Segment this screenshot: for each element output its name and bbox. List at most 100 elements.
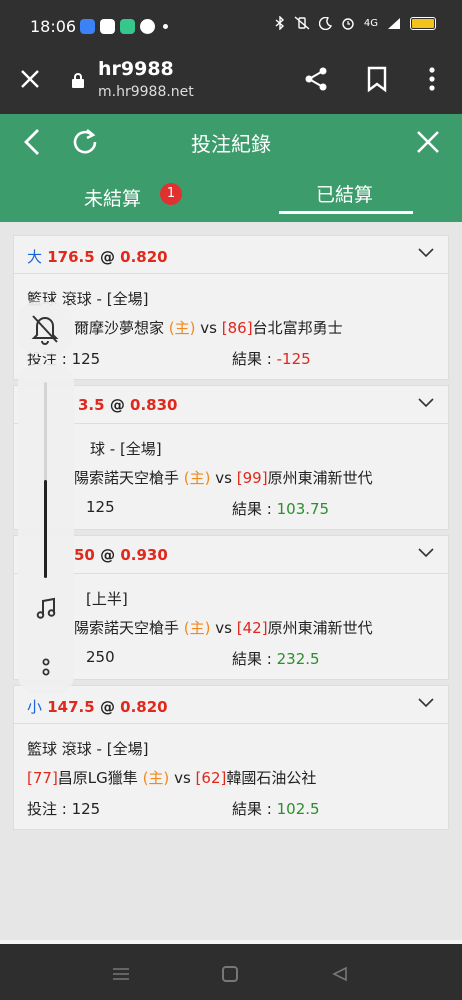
mute-bell-icon <box>31 315 59 345</box>
home-team: 陽索諾天空槍手 <box>74 619 180 637</box>
home-tag: (主) <box>168 319 196 337</box>
result: 結果 : 102.5 <box>232 798 320 819</box>
bet-card-header[interactable]: 大 176.5 @ 0.820 <box>14 236 448 274</box>
away-team: 原州東浦新世代 <box>267 469 373 487</box>
bet-odds: 0.830 <box>130 396 178 414</box>
result-value: 103.75 <box>276 500 330 518</box>
matchup: 爾摩沙夢想家 (主) vs [86]台北富邦勇士 <box>74 317 343 338</box>
message-icon <box>120 19 135 34</box>
stake: 250 <box>86 648 115 666</box>
tab-bar: 未結算 1 已結算 <box>0 170 462 222</box>
result: 結果 : -125 <box>232 348 311 369</box>
matchup: 陽索諾天空槍手 (主) vs [42]原州東浦新世代 <box>74 617 373 638</box>
home-team: 爾摩沙夢想家 <box>74 319 165 337</box>
bet-summary: 50 @ 0.930 <box>74 546 168 564</box>
volume-panel <box>18 364 74 694</box>
result-label: 結果 : <box>232 500 272 518</box>
away-team-id: [42] <box>236 619 268 637</box>
browser-page-title[interactable]: hr9988 <box>98 58 174 80</box>
lock-icon <box>72 73 84 88</box>
close-icon[interactable] <box>412 126 444 158</box>
system-navigation-bar <box>0 940 462 1000</box>
home-team: 陽索諾天空槍手 <box>74 469 180 487</box>
vs-label: vs <box>215 469 232 487</box>
battery-icon <box>410 16 436 30</box>
at-sign: @ <box>100 546 116 564</box>
chevron-down-icon[interactable] <box>418 698 434 708</box>
bet-record-card: 50 @ 0.930 [上半] 陽索諾天空槍手 (主) vs [42]原州東浦新… <box>13 535 449 680</box>
stake: 投注 : 125 <box>27 800 101 818</box>
more-notifications-dot <box>163 24 168 29</box>
dnd-moon-icon <box>318 16 332 30</box>
more-dots-icon[interactable] <box>38 658 54 682</box>
bet-card-header[interactable]: 50 @ 0.930 <box>14 536 448 574</box>
chevron-down-icon[interactable] <box>418 548 434 558</box>
bet-summary: 小 147.5 @ 0.820 <box>27 696 168 717</box>
chevron-down-icon[interactable] <box>418 398 434 408</box>
away-team-id: [86] <box>221 319 253 337</box>
more-options-icon[interactable] <box>422 65 442 93</box>
notification-icons <box>80 19 168 34</box>
result-label: 結果 : <box>232 350 272 368</box>
download-icon <box>80 19 95 34</box>
home-tag: (主) <box>183 469 211 487</box>
unsettled-count-badge: 1 <box>160 183 182 205</box>
tab-settled[interactable]: 已結算 <box>316 180 373 207</box>
bet-card-header[interactable]: 小 147.5 @ 0.820 <box>14 686 448 724</box>
stake: 125 <box>86 498 115 516</box>
result-value: -125 <box>276 350 311 368</box>
bet-odds: 0.820 <box>120 248 168 266</box>
result-value: 232.5 <box>276 650 320 668</box>
facebook-icon <box>140 19 155 34</box>
away-team: 台北富邦勇士 <box>252 319 343 337</box>
at-sign: @ <box>99 698 115 716</box>
away-team-id: [62] <box>195 769 227 787</box>
recent-apps-icon[interactable] <box>113 968 129 980</box>
close-tab-icon[interactable] <box>19 68 41 90</box>
at-sign: @ <box>109 396 125 414</box>
back-triangle-icon[interactable] <box>332 966 348 982</box>
alarm-icon <box>342 18 354 30</box>
bet-card-body: 籃球 滾球 - [全場] 爾摩沙夢想家 (主) vs [86]台北富邦勇士 投注… <box>14 274 448 379</box>
result: 結果 : 232.5 <box>232 648 320 669</box>
bet-summary: 大 176.5 @ 0.820 <box>27 246 168 267</box>
home-team-id: [77] <box>27 769 58 787</box>
browser-url[interactable]: m.hr9988.net <box>98 84 194 100</box>
tab-unsettled[interactable]: 未結算 <box>84 184 141 211</box>
browser-toolbar: hr9988 m.hr9988.net <box>0 56 462 114</box>
sport-market: 籃球 滾球 - [全場] <box>27 740 149 758</box>
home-team: 昌原LG獵隼 <box>57 769 138 787</box>
mute-toggle[interactable] <box>18 302 72 354</box>
bet-line: 50 <box>74 546 95 564</box>
app-header: 投注紀錄 <box>0 114 462 170</box>
bet-odds: 0.930 <box>120 546 168 564</box>
chat-icon <box>100 19 115 34</box>
chevron-down-icon[interactable] <box>418 248 434 258</box>
bet-summary: 3.5 @ 0.830 <box>78 396 178 414</box>
page-title: 投注紀錄 <box>191 132 271 156</box>
status-bar: 18:06 4G <box>0 0 462 56</box>
home-tag: (主) <box>142 769 170 787</box>
sport-market: [上半] <box>86 590 128 608</box>
active-tab-indicator <box>279 211 413 214</box>
home-button-icon[interactable] <box>222 966 238 982</box>
bet-record-card: 大 176.5 @ 0.820 籃球 滾球 - [全場] 爾摩沙夢想家 (主) … <box>13 235 449 380</box>
bookmark-icon[interactable] <box>365 65 389 93</box>
bet-card-header[interactable]: 3.5 @ 0.830 <box>14 386 448 424</box>
bet-card-body: 球 - [全場] 陽索諾天空槍手 (主) vs [99]原州東浦新世代 125 … <box>14 424 448 529</box>
system-status-icons: 4G <box>275 16 436 30</box>
vs-label: vs <box>200 319 217 337</box>
network-label: 4G <box>363 17 378 29</box>
status-time: 18:06 <box>30 17 77 36</box>
vibrate-icon <box>294 16 310 30</box>
result-label: 結果 : <box>232 650 272 668</box>
bet-line: 176.5 <box>47 248 95 266</box>
bet-card-body: 籃球 滾球 - [全場] [77]昌原LG獵隼 (主) vs [62]韓國石油公… <box>14 724 448 829</box>
vs-label: vs <box>174 769 191 787</box>
share-icon[interactable] <box>302 65 330 93</box>
result: 結果 : 103.75 <box>232 498 329 519</box>
home-tag: (主) <box>183 619 211 637</box>
matchup: [77]昌原LG獵隼 (主) vs [62]韓國石油公社 <box>27 767 316 788</box>
music-note-icon[interactable] <box>34 596 58 620</box>
away-team-id: [99] <box>236 469 268 487</box>
